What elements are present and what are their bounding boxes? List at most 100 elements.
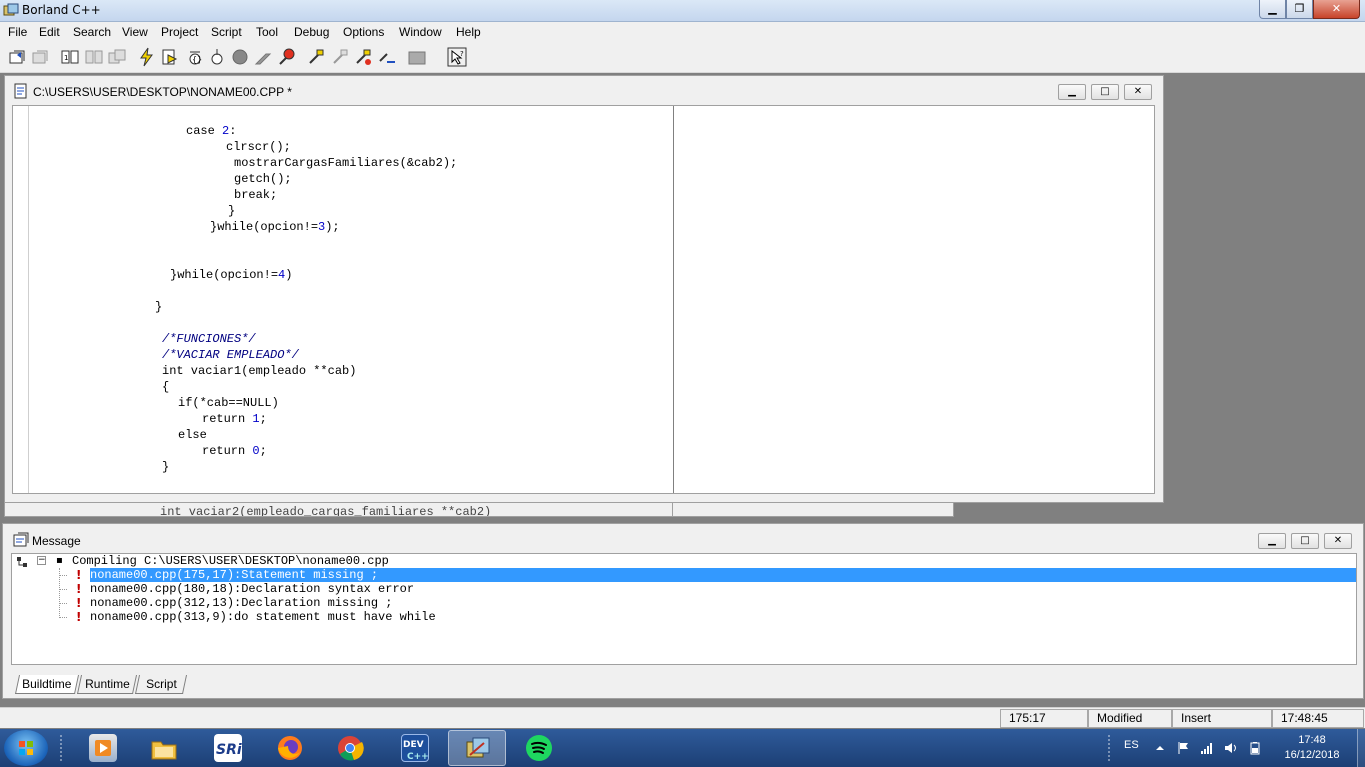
editor-title: C:\USERS\USER\DESKTOP\NONAME00.CPP * [33, 85, 292, 99]
editor-minimize-button[interactable]: ▁ [1058, 84, 1086, 100]
close-button[interactable]: ✕ [1313, 0, 1360, 19]
taskbar-sri[interactable]: SRi [199, 730, 257, 766]
taskbar-dev-cpp[interactable]: DEV C++ [386, 730, 444, 766]
language-indicator[interactable]: ES [1124, 739, 1139, 751]
tree-node-icon[interactable] [16, 556, 28, 568]
taskbar-chrome[interactable] [321, 730, 379, 766]
compile-icon[interactable] [160, 47, 180, 67]
minimize-button[interactable]: ▁ [1259, 0, 1286, 19]
window-title: Borland C++ [22, 3, 101, 17]
code-editor[interactable]: case 2: clrscr(); mostrarCargasFamiliares(… [12, 105, 1155, 494]
toolbar: 1 {} ? [0, 42, 1365, 73]
compile-root-text: Compiling C:\USERS\USER\DESKTOP\noname00… [72, 554, 389, 568]
run-to-icon[interactable] [253, 47, 273, 67]
code-line: return 1; [202, 412, 267, 426]
show-hidden-icons-icon[interactable] [1153, 741, 1167, 755]
evaluate-icon[interactable] [277, 47, 297, 67]
tab-runtime[interactable]: Runtime [76, 675, 138, 694]
set-watch-icon[interactable] [377, 47, 397, 67]
message-text: noname00.cpp(313,9):do statement must ha… [90, 610, 436, 624]
folder-icon [150, 734, 178, 762]
editor-title-bar: C:\USERS\USER\DESKTOP\NONAME00.CPP * ▁ □… [5, 76, 1163, 105]
message-maximize-button[interactable]: □ [1291, 533, 1319, 549]
message-text: noname00.cpp(312,13):Declaration missing… [90, 596, 393, 610]
browse-icon[interactable] [407, 47, 427, 67]
restore-button[interactable]: ❐ [1286, 0, 1313, 19]
svg-text:1: 1 [64, 54, 68, 62]
make-node-icon[interactable] [107, 47, 127, 67]
start-button[interactable] [4, 730, 48, 766]
message-text: noname00.cpp(180,18):Declaration syntax … [90, 582, 415, 596]
taskbar-clock[interactable]: 17:48 16/12/2018 [1272, 733, 1352, 763]
volume-icon[interactable] [1224, 741, 1238, 755]
open-project-icon[interactable] [8, 47, 28, 67]
compile-root-row[interactable]: Compiling C:\USERS\USER\DESKTOP\noname00… [72, 554, 389, 568]
svg-text:DEV: DEV [403, 740, 424, 750]
taskbar-spotify[interactable] [510, 730, 568, 766]
inspect-icon[interactable] [306, 47, 326, 67]
menu-window[interactable]: Window [399, 25, 442, 39]
menu-project[interactable]: Project [161, 25, 198, 39]
new-target-icon[interactable]: 1 [60, 47, 80, 67]
editor-maximize-button[interactable]: □ [1091, 84, 1119, 100]
message-close-button[interactable]: ✕ [1324, 533, 1352, 549]
tree-branch [59, 603, 67, 604]
menu-debug[interactable]: Debug [294, 25, 329, 39]
menu-options[interactable]: Options [343, 25, 384, 39]
make-all-icon[interactable] [137, 47, 157, 67]
taskbar-borland-cpp[interactable] [448, 730, 506, 766]
code-line: }while(opcion!=4) [170, 268, 293, 282]
menu-view[interactable]: View [122, 25, 148, 39]
code-line: mostrarCargasFamiliares(&cab2); [234, 156, 458, 170]
close-project-icon[interactable] [31, 47, 51, 67]
message-minimize-button[interactable]: ▁ [1258, 533, 1286, 549]
spotify-icon [525, 734, 553, 762]
step-over-icon[interactable]: {} [185, 47, 205, 67]
add-watch-icon[interactable] [330, 47, 350, 67]
message-row[interactable]: noname00.cpp(180,18):Declaration syntax … [90, 582, 414, 596]
editor-splitter[interactable] [673, 106, 674, 493]
taskbar-firefox[interactable] [261, 730, 319, 766]
tree-branch [59, 575, 67, 576]
error-icon: ! [76, 596, 82, 610]
tab-buildtime[interactable]: Buildtime [14, 675, 80, 694]
collapse-icon[interactable]: − [37, 556, 46, 565]
trace-into-icon[interactable] [207, 47, 227, 67]
message-window: Message ▁ □ ✕ − ▪ Compiling C:\USERS\USE… [2, 523, 1364, 699]
code-line: } [162, 460, 170, 474]
menu-help[interactable]: Help [456, 25, 481, 39]
source-file-icon [14, 83, 27, 99]
battery-icon[interactable] [1248, 741, 1262, 755]
taskbar-media-player[interactable] [74, 730, 132, 766]
message-list[interactable]: − ▪ Compiling C:\USERS\USER\DESKTOP\nona… [11, 553, 1357, 665]
borland-app-icon[interactable] [3, 3, 19, 19]
tab-script-label: Script [145, 677, 177, 691]
taskbar-grip [60, 735, 66, 761]
breakpoint-icon[interactable] [230, 47, 250, 67]
editor-close-button[interactable]: ✕ [1124, 84, 1152, 100]
tree-branch [59, 617, 67, 618]
menu-tool[interactable]: Tool [256, 25, 278, 39]
menu-file[interactable]: File [8, 25, 27, 39]
clock-time: 17:48 [1298, 734, 1326, 746]
sri-icon: SRi [214, 734, 242, 762]
code-line: if(*cab==NULL) [178, 396, 279, 410]
menu-script[interactable]: Script [211, 25, 242, 39]
show-desktop-button[interactable] [1357, 729, 1365, 767]
build-node-icon[interactable] [84, 47, 104, 67]
modified-indicator: Modified [1088, 709, 1172, 728]
menu-search[interactable]: Search [73, 25, 111, 39]
context-help-icon[interactable]: ? [447, 47, 467, 67]
tab-script[interactable]: Script [134, 675, 188, 694]
network-signal-icon[interactable] [1200, 741, 1214, 755]
tab-runtime-label: Runtime [84, 677, 130, 691]
menu-edit[interactable]: Edit [39, 25, 60, 39]
action-center-flag-icon[interactable] [1176, 741, 1190, 755]
message-row[interactable]: noname00.cpp(312,13):Declaration missing… [90, 596, 392, 610]
message-row[interactable]: noname00.cpp(175,17):Statement missing ; [90, 568, 1356, 582]
partial-code-line: int vaciar2(empleado_cargas_familiares *… [160, 505, 492, 517]
toggle-breakpoint-icon[interactable] [353, 47, 373, 67]
taskbar-file-explorer[interactable] [135, 730, 193, 766]
tree-branch [59, 589, 67, 590]
message-row[interactable]: noname00.cpp(313,9):do statement must ha… [90, 610, 436, 624]
